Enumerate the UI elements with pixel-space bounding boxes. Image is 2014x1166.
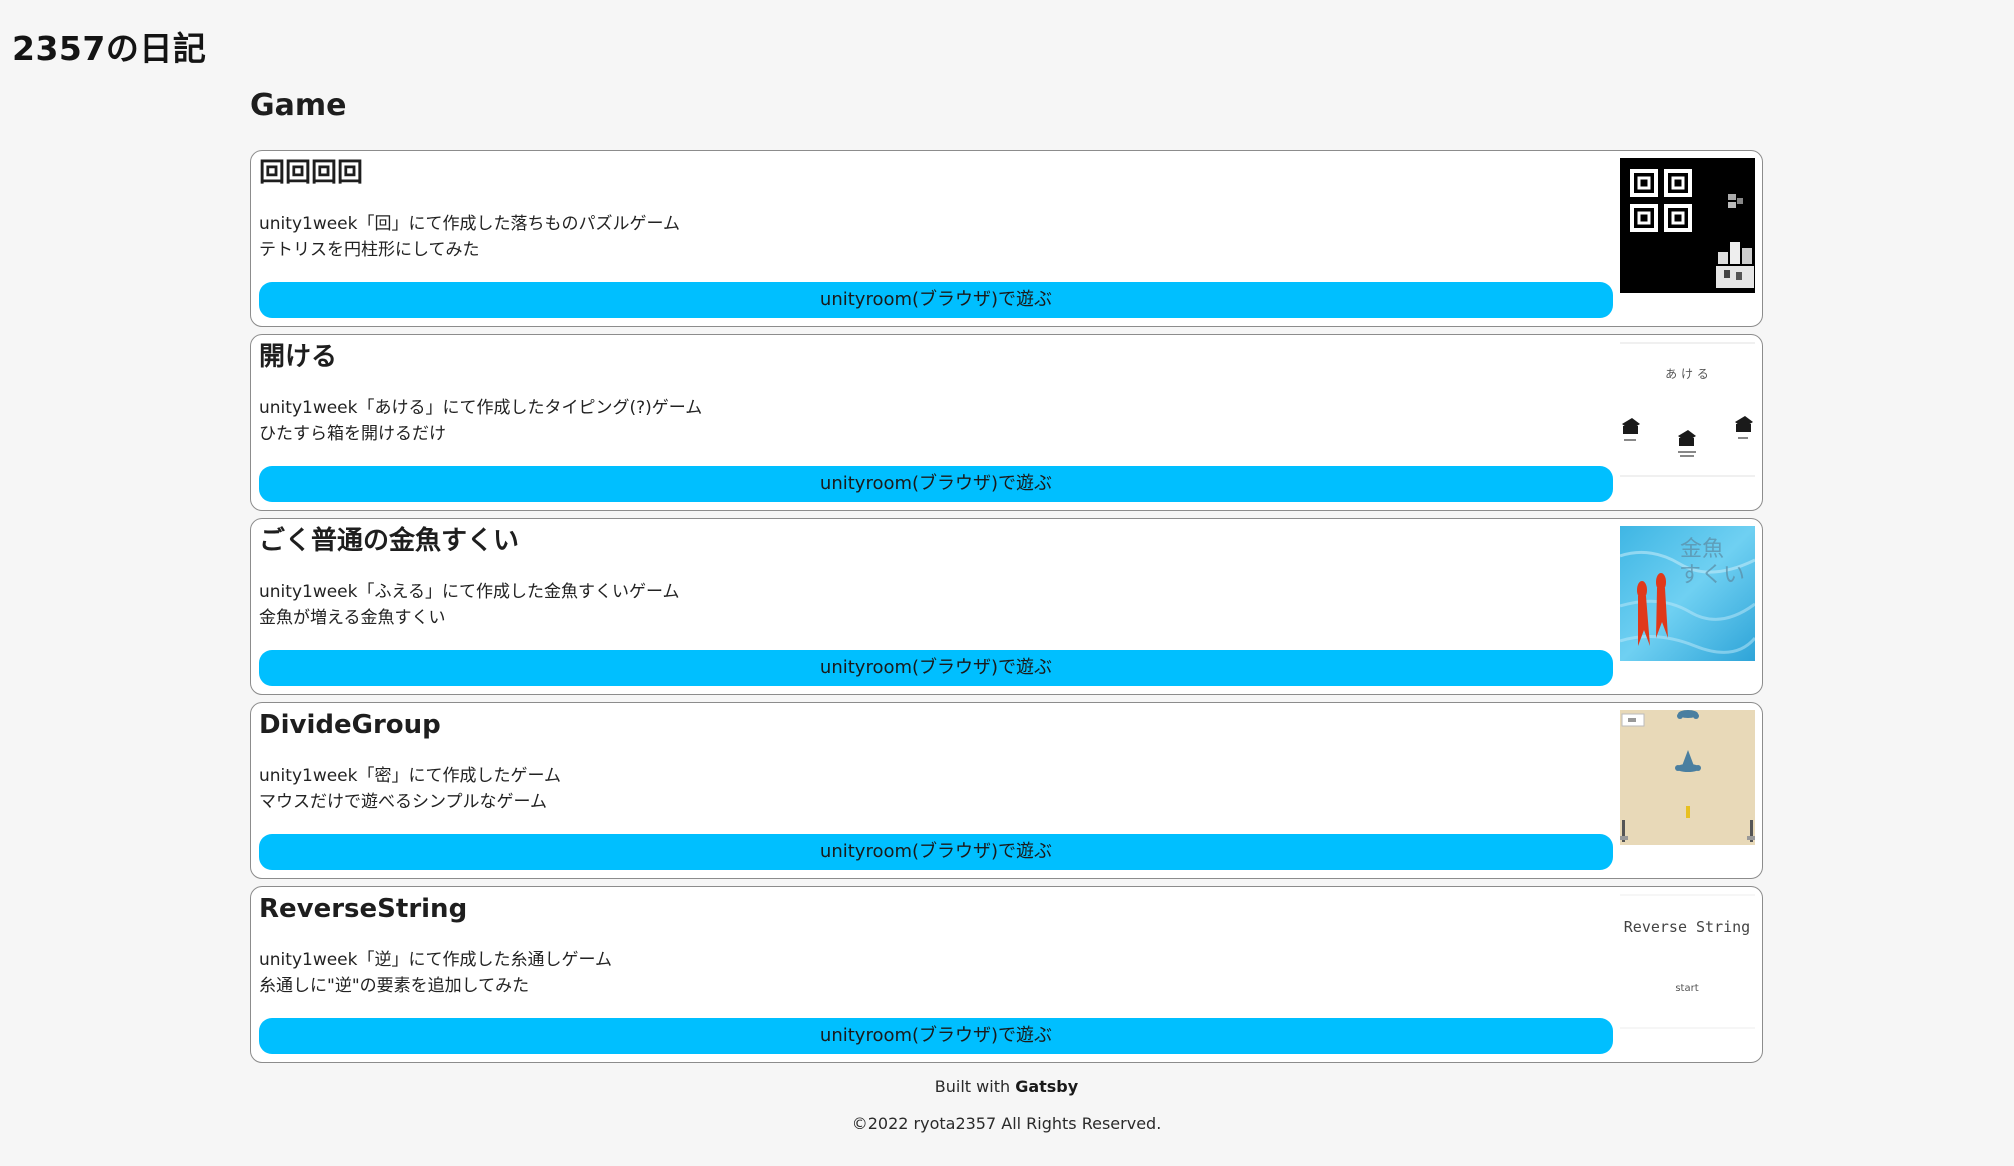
game-description-line: unity1week「回」にて作成した落ちものパズルゲーム (259, 214, 680, 234)
thumbnail-caption: あ け る (1665, 367, 1709, 381)
game-description: unity1week「密」にて作成したゲーム マウスだけで遊べるシンプルなゲーム (259, 763, 561, 815)
game-title: ReverseString (259, 894, 468, 924)
game-description-line: 金魚が増える金魚すくい (259, 608, 446, 628)
game-card-reversestring: ReverseString unity1week「逆」にて作成した糸通しゲーム … (250, 886, 1763, 1063)
game-title: DivideGroup (259, 710, 441, 740)
thumbnail-image (1620, 158, 1755, 293)
built-with-prefix: Built with (934, 1077, 1016, 1096)
game-description-line: unity1week「ふえる」にて作成した金魚すくいゲーム (259, 582, 680, 602)
game-title: 開ける (259, 342, 338, 372)
thumbnail-caption: すくい (1679, 563, 1745, 588)
game-description: unity1week「ふえる」にて作成した金魚すくいゲーム 金魚が増える金魚すく… (259, 579, 679, 631)
gatsby-link[interactable]: Gatsby (1015, 1077, 1078, 1096)
built-with-text: Built with Gatsby (250, 1076, 1763, 1098)
game-card-akeru: 開ける unity1week「あける」にて作成したタイピング(?)ゲーム ひたす… (250, 334, 1763, 511)
game-description-line: テトリスを円柱形にしてみた (259, 240, 480, 260)
copyright-text: ©2022 ryota2357 All Rights Reserved. (851, 1114, 1162, 1133)
game-card-dividegroup: DivideGroup unity1week「密」にて作成したゲーム マウスだけ… (250, 702, 1763, 879)
game-description-line: ひたすら箱を開けるだけ (259, 424, 446, 444)
game-description-line: マウスだけで遊べるシンプルなゲーム (259, 792, 547, 812)
site-title[interactable]: 2357の日記 (12, 22, 206, 70)
game-title: 回回回回 (259, 158, 364, 188)
footer: Built with Gatsby ©2022 ryota2357 All Ri… (250, 1076, 1763, 1135)
play-unityroom-button[interactable]: unityroom(ブラウザ)で遊ぶ (259, 834, 1613, 870)
thumbnail-caption: 金魚 (1680, 537, 1724, 562)
play-unityroom-button[interactable]: unityroom(ブラウザ)で遊ぶ (259, 466, 1613, 502)
game-thumbnail[interactable]: あ け る (1620, 342, 1755, 477)
thumbnail-image: 金魚 すくい (1620, 526, 1755, 661)
thumbnail-caption: Reverse String (1624, 918, 1750, 936)
game-description: unity1week「回」にて作成した落ちものパズルゲーム テトリスを円柱形にし… (259, 211, 680, 263)
game-thumbnail[interactable] (1620, 158, 1755, 293)
game-title: ごく普通の金魚すくい (259, 526, 520, 556)
thumbnail-caption: start (1675, 983, 1698, 994)
game-description-line: unity1week「あける」にて作成したタイピング(?)ゲーム (259, 398, 703, 418)
play-unityroom-button[interactable]: unityroom(ブラウザ)で遊ぶ (259, 1018, 1613, 1054)
thumbnail-image (1620, 710, 1755, 845)
section-title: Game (250, 88, 347, 123)
game-thumbnail[interactable]: 金魚 すくい (1620, 526, 1755, 661)
play-unityroom-button[interactable]: unityroom(ブラウザ)で遊ぶ (259, 282, 1613, 318)
game-thumbnail[interactable]: Reverse String start (1620, 894, 1755, 1029)
play-unityroom-button[interactable]: unityroom(ブラウザ)で遊ぶ (259, 650, 1613, 686)
game-description-line: unity1week「逆」にて作成した糸通しゲーム (259, 950, 612, 970)
game-card-kingyo-sukui: ごく普通の金魚すくい unity1week「ふえる」にて作成した金魚すくいゲーム… (250, 518, 1763, 695)
thumbnail-image: Reverse String start (1620, 894, 1755, 1029)
game-thumbnail[interactable] (1620, 710, 1755, 845)
game-description-line: 糸通しに"逆"の要素を追加してみた (259, 976, 530, 996)
thumbnail-image: あ け る (1620, 342, 1755, 477)
game-list: 回回回回 unity1week「回」にて作成した落ちものパズルゲーム テトリスを… (250, 150, 1763, 1070)
game-description: unity1week「逆」にて作成した糸通しゲーム 糸通しに"逆"の要素を追加し… (259, 947, 612, 999)
game-card-kaikaikaikai: 回回回回 unity1week「回」にて作成した落ちものパズルゲーム テトリスを… (250, 150, 1763, 327)
game-description: unity1week「あける」にて作成したタイピング(?)ゲーム ひたすら箱を開… (259, 395, 702, 447)
game-description-line: unity1week「密」にて作成したゲーム (259, 766, 561, 786)
